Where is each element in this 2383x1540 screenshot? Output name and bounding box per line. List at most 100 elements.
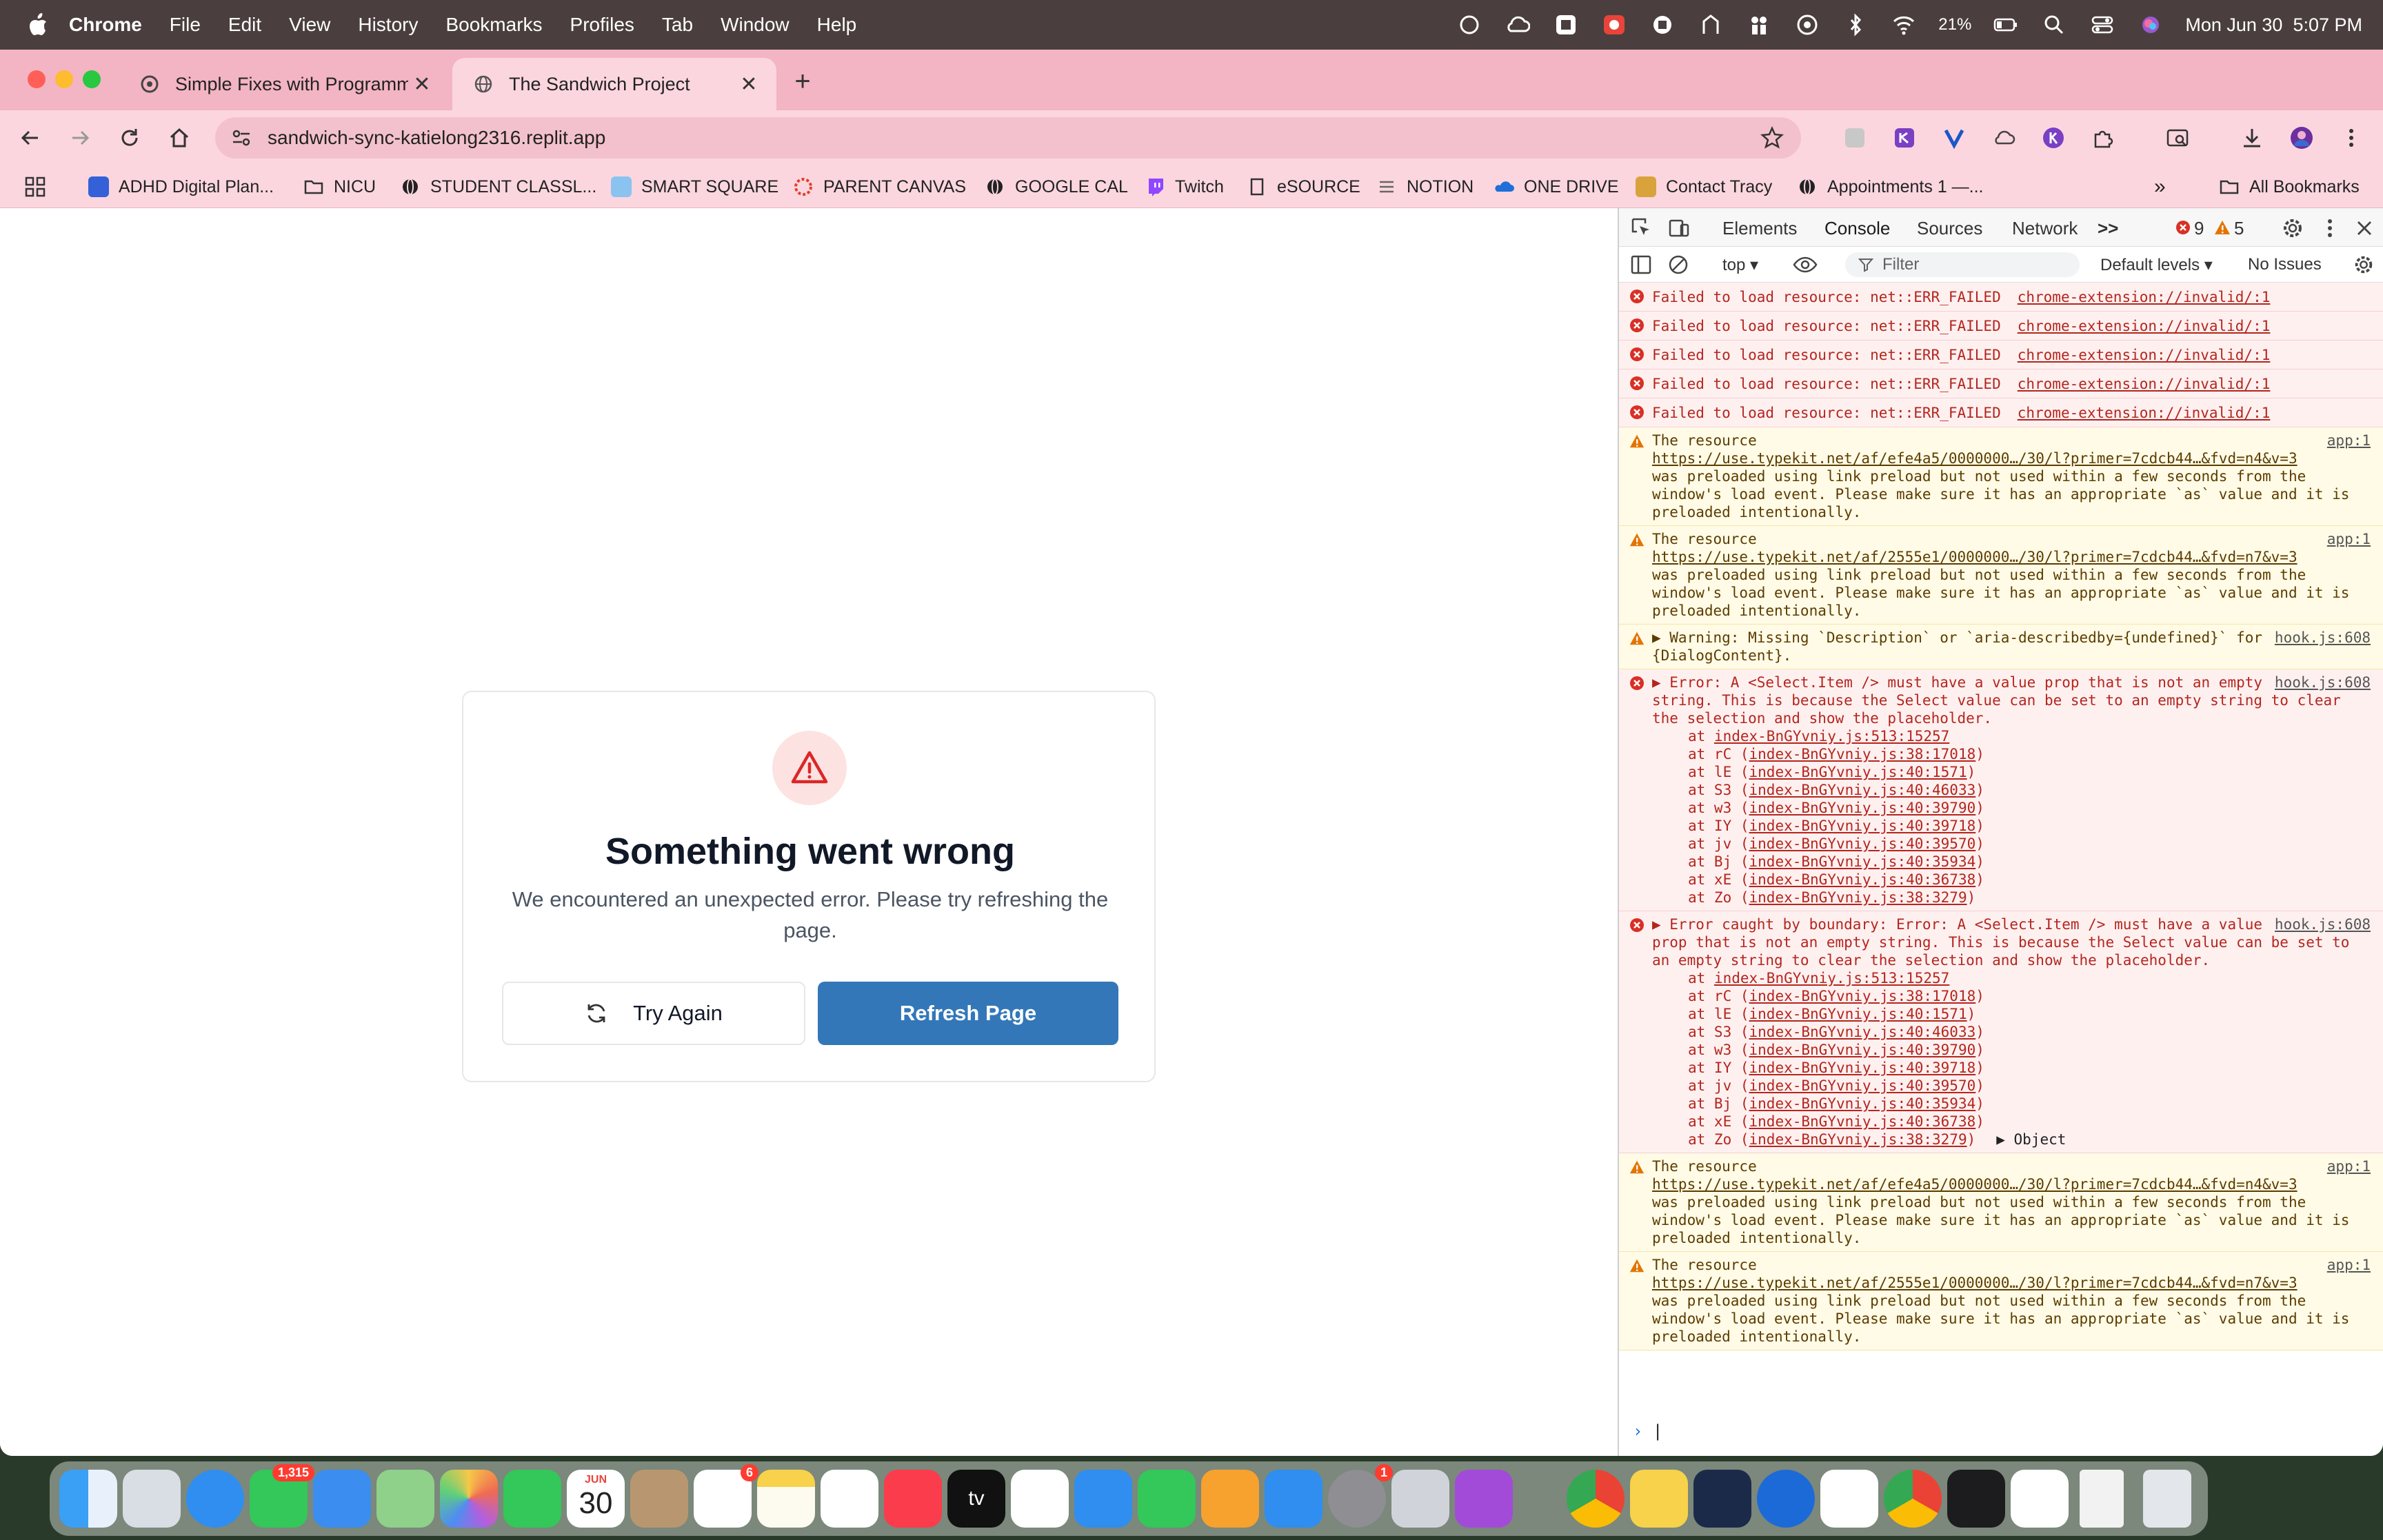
dock-pages[interactable]	[1201, 1470, 1259, 1528]
stack-link[interactable]: index-BnGYvniy.js:40:1571	[1749, 764, 1967, 780]
dock-finder[interactable]	[59, 1470, 117, 1528]
siri-icon[interactable]	[2137, 12, 2164, 37]
console-error-row[interactable]: hook.js:608 ▶ Error caught by boundary: …	[1619, 911, 2383, 1153]
error-text[interactable]: ▶ Error caught by boundary: Error: A <Se…	[1652, 915, 2371, 969]
bookmark-esource[interactable]: eSOURCE	[1247, 174, 1360, 200]
tab-elements[interactable]: Elements	[1722, 218, 1797, 239]
dock-calendar[interactable]: JUN 30	[567, 1470, 625, 1528]
stack-link[interactable]: index-BnGYvniy.js:513:15257	[1714, 970, 1949, 986]
forward-button[interactable]	[63, 121, 97, 154]
bookmark-google-cal[interactable]: GOOGLE CAL	[985, 174, 1128, 200]
warning-url[interactable]: https://use.typekit.net/af/efe4a5/000000…	[1652, 1175, 2371, 1193]
dock-chrome[interactable]	[1567, 1470, 1625, 1528]
menu-window[interactable]: Window	[721, 14, 790, 36]
control-center-icon[interactable]	[2089, 12, 2116, 37]
reload-button[interactable]	[113, 121, 146, 154]
stack-link[interactable]: index-BnGYvniy.js:40:39718	[1749, 818, 1976, 834]
live-expression-eye-icon[interactable]	[1793, 254, 1818, 276]
dock-safari[interactable]	[186, 1470, 244, 1528]
home-button[interactable]	[163, 121, 196, 154]
dock-system-settings[interactable]: 1	[1328, 1464, 1393, 1528]
dock-csv-file[interactable]	[2080, 1470, 2124, 1528]
apple-icon[interactable]	[28, 13, 48, 37]
dock-notes[interactable]	[757, 1470, 815, 1528]
new-tab-button[interactable]: +	[789, 68, 816, 95]
menu-tab[interactable]: Tab	[662, 14, 693, 36]
tab-console[interactable]: Console	[1820, 218, 1895, 250]
dock-news[interactable]	[1011, 1470, 1069, 1528]
warning-url[interactable]: https://use.typekit.net/af/efe4a5/000000…	[1652, 449, 2371, 467]
bookmark-smart-square[interactable]: SMART SQUARE	[611, 174, 778, 200]
dock-freeform[interactable]	[821, 1470, 878, 1528]
grid-status-icon[interactable]	[1552, 12, 1580, 37]
stack-link[interactable]: index-BnGYvniy.js:40:46033	[1749, 782, 1976, 798]
close-tab-icon[interactable]: ✕	[735, 70, 763, 98]
bookmark-star-icon[interactable]	[1760, 125, 1784, 150]
stop-status-icon[interactable]	[1649, 12, 1676, 37]
red-app-icon[interactable]	[1600, 12, 1628, 37]
download-icon[interactable]	[2240, 125, 2264, 150]
airdrop-icon[interactable]	[1793, 12, 1821, 37]
console-error-row[interactable]: hook.js:608 ▶ Error: A <Select.Item /> m…	[1619, 669, 2383, 911]
stack-link[interactable]: index-BnGYvniy.js:40:39790	[1749, 1042, 1976, 1058]
clear-console-icon[interactable]	[1667, 254, 1689, 276]
menu-view[interactable]: View	[289, 14, 330, 36]
devtools-more-icon[interactable]	[2318, 216, 2342, 240]
console-warning-row[interactable]: app:1 The resource https://use.typekit.n…	[1619, 1153, 2383, 1252]
extension-k-icon[interactable]	[2041, 125, 2066, 150]
menu-edit[interactable]: Edit	[228, 14, 261, 36]
stack-link[interactable]: index-BnGYvniy.js:40:46033	[1749, 1024, 1976, 1040]
tab-network[interactable]: Network	[2012, 218, 2078, 239]
cloud-status-icon[interactable]	[1504, 12, 1531, 37]
dock-messages[interactable]: 1,315	[250, 1464, 314, 1528]
site-info-icon[interactable]	[229, 125, 254, 150]
warning-source[interactable]: app:1	[2327, 1157, 2371, 1175]
bookmark-notion[interactable]: NOTION	[1376, 174, 1474, 200]
tab-search-icon[interactable]	[2165, 125, 2190, 150]
console-error-row[interactable]: Failed to load resource: net::ERR_FAILED…	[1619, 369, 2383, 398]
dock-appletv[interactable]: tv	[947, 1470, 1005, 1528]
dock-launchpad[interactable]	[123, 1470, 181, 1528]
log-levels-dropdown[interactable]: Default levels ▾	[2100, 255, 2213, 275]
dock-facetime[interactable]	[503, 1470, 561, 1528]
error-count[interactable]: 9	[2194, 218, 2204, 239]
stack-link[interactable]: index-BnGYvniy.js:40:39790	[1749, 800, 1976, 816]
console-warning-row[interactable]: app:1 The resource https://use.typekit.n…	[1619, 427, 2383, 526]
dock-photos[interactable]	[440, 1470, 498, 1528]
context-selector[interactable]: top ▾	[1722, 255, 1758, 275]
devtools-settings-icon[interactable]	[2281, 216, 2304, 240]
menu-history[interactable]: History	[358, 14, 418, 36]
warning-source[interactable]: app:1	[2327, 1256, 2371, 1274]
extension-v-icon[interactable]	[1942, 125, 1967, 150]
address-bar[interactable]: sandwich-sync-katielong2316.replit.app	[215, 117, 1801, 159]
console-error-row[interactable]: Failed to load resource: net::ERR_FAILED…	[1619, 283, 2383, 312]
dock-iphone-mirroring[interactable]	[1391, 1470, 1449, 1528]
dock-music[interactable]	[884, 1470, 942, 1528]
console-error-row[interactable]: Failed to load resource: net::ERR_FAILED…	[1619, 312, 2383, 341]
stack-link[interactable]: index-BnGYvniy.js:40:36738	[1749, 871, 1976, 888]
warning-text[interactable]: ▶ Warning: Missing `Description` or `ari…	[1652, 629, 2371, 665]
more-tabs-button[interactable]: >>	[2098, 218, 2118, 239]
dock-terminal[interactable]	[1947, 1470, 2005, 1528]
bookmark-adhd[interactable]: ADHD Digital Plan...	[88, 174, 274, 200]
warning-url[interactable]: https://use.typekit.net/af/2555e1/000000…	[1652, 1274, 2371, 1292]
status-app-icon[interactable]	[1456, 12, 1483, 37]
close-devtools-icon[interactable]	[2353, 216, 2376, 240]
console-filter-input[interactable]: Filter	[1845, 252, 2080, 277]
warning-count[interactable]: 5	[2234, 218, 2244, 239]
close-window-button[interactable]	[28, 70, 46, 88]
close-tab-icon[interactable]: ✕	[408, 70, 436, 98]
bookmark-student-classl[interactable]: STUDENT CLASSL...	[400, 174, 596, 200]
stack-link[interactable]: index-BnGYvniy.js:40:39718	[1749, 1060, 1976, 1076]
tab-simple-fixes[interactable]: Simple Fixes with Programmin ✕	[119, 58, 450, 110]
dock-reminders[interactable]: 6	[694, 1464, 758, 1528]
console-prompt-input[interactable]: › |	[1619, 1421, 2383, 1449]
stack-link[interactable]: index-BnGYvniy.js:38:3279	[1749, 889, 1967, 906]
warning-source[interactable]: app:1	[2327, 530, 2371, 548]
menu-bookmarks[interactable]: Bookmarks	[445, 14, 542, 36]
stack-link[interactable]: index-BnGYvniy.js:38:17018	[1749, 746, 1976, 762]
wifi-icon[interactable]	[1890, 12, 1918, 37]
extensions-puzzle-icon[interactable]	[2091, 125, 2115, 150]
dock-app-dark[interactable]	[1693, 1470, 1751, 1528]
stack-link[interactable]: index-BnGYvniy.js:38:17018	[1749, 988, 1976, 1004]
